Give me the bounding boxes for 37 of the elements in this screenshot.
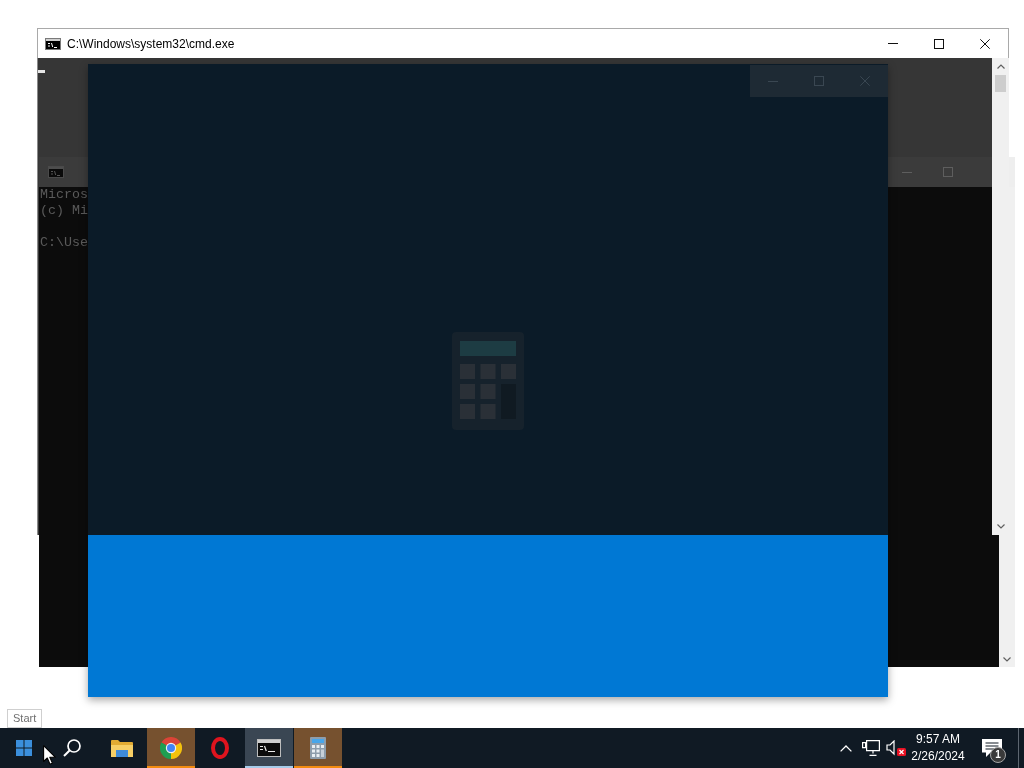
terminal-icon <box>257 739 281 757</box>
tooltip: Start <box>7 709 43 728</box>
terminal-icon <box>48 166 64 178</box>
tricolor-wheel-icon <box>160 737 182 759</box>
maximize-icon <box>814 76 824 86</box>
notification-badge: 1 <box>990 747 1006 763</box>
calculator-icon <box>310 737 326 759</box>
close-icon <box>980 38 990 49</box>
minimize-icon <box>888 43 898 44</box>
folder-icon <box>111 739 133 757</box>
console-line: Micros <box>40 187 88 203</box>
chevron-up-icon[interactable] <box>840 744 852 752</box>
close-icon <box>860 76 870 86</box>
chevron-up-icon <box>996 64 1005 69</box>
scrollbar[interactable] <box>999 535 1015 667</box>
chevron-down-icon <box>996 524 1005 529</box>
taskbar-button[interactable] <box>294 728 342 768</box>
maximize-icon <box>942 167 953 177</box>
chevron-down-icon <box>1003 656 1011 662</box>
network-icon[interactable] <box>862 740 880 756</box>
clock-button[interactable]: 9:57 AM 2/26/2024 <box>908 728 968 768</box>
window-title: C:\Windows\system32\cmd.exe <box>67 36 235 51</box>
scrollbar-thumb[interactable] <box>995 75 1006 92</box>
console-line: (c) Mi <box>40 203 88 219</box>
notification-button[interactable]: 1 <box>968 728 1016 768</box>
mouse-pointer-icon <box>43 745 56 765</box>
taskbar-button[interactable] <box>245 728 293 768</box>
terminal-icon <box>45 37 61 50</box>
search-icon <box>63 739 81 757</box>
minimize-icon <box>901 171 912 173</box>
ring-icon <box>211 737 229 759</box>
four-panes-icon <box>16 740 32 756</box>
maximize-icon <box>934 38 944 49</box>
speaker-muted-icon[interactable] <box>886 740 906 756</box>
calculator-icon <box>452 331 524 430</box>
console-prompt: C:\Use <box>40 235 88 251</box>
text-cursor <box>38 70 45 73</box>
